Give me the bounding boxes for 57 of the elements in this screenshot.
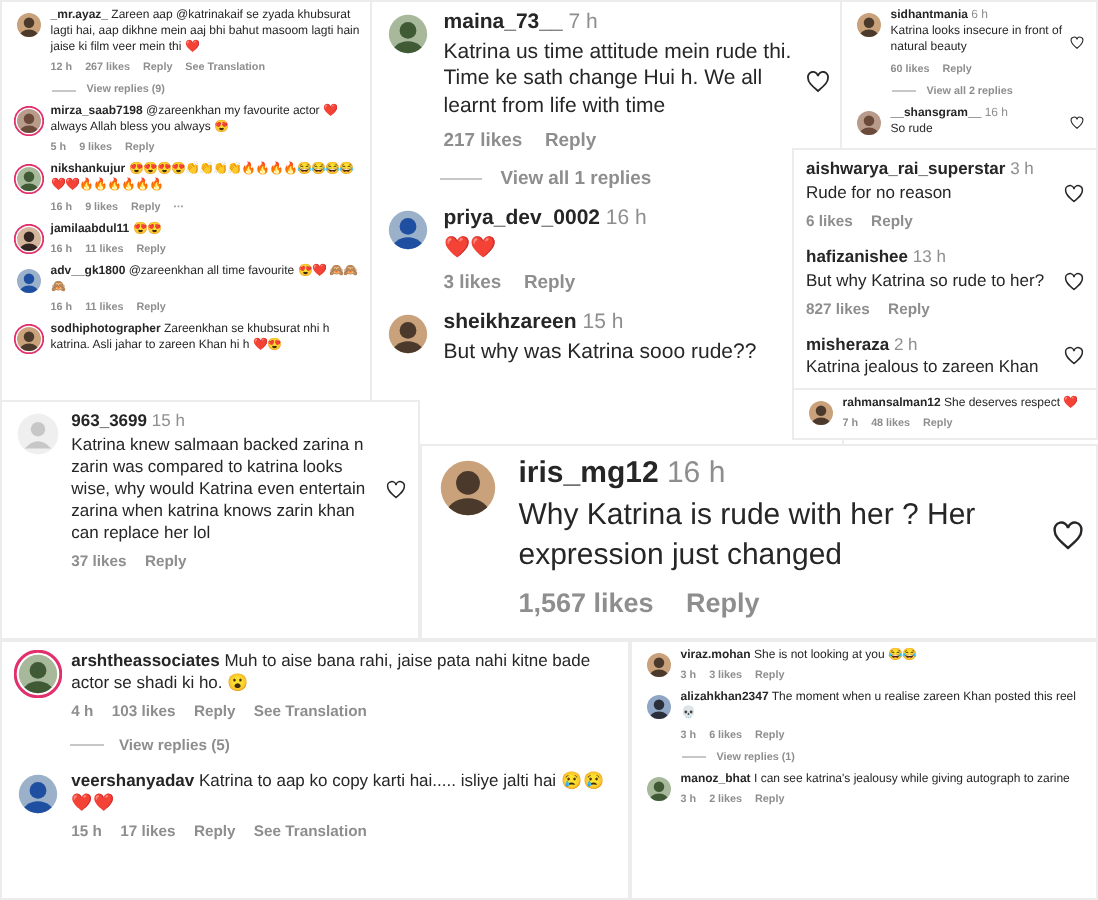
username[interactable]: misheraza — [806, 333, 890, 353]
heart-icon[interactable] — [1064, 345, 1084, 366]
comment-stat: 3 likes — [443, 272, 502, 295]
username[interactable]: sheikhzareen — [443, 310, 577, 335]
comment-text: Katrina jealous to zareen Khan — [806, 356, 1039, 377]
avatar[interactable] — [644, 773, 674, 804]
avatar[interactable] — [14, 324, 44, 355]
comment-text: But why Katrina so rude to her? — [806, 269, 1045, 290]
username[interactable]: maina_73__ — [443, 10, 563, 34]
heart-icon[interactable] — [1064, 183, 1084, 204]
comment-stat: 217 likes — [443, 130, 523, 153]
heart-icon[interactable] — [1064, 271, 1084, 292]
view-replies-link[interactable]: View all 1 replies — [500, 168, 652, 191]
comment-text: But why was Katrina sooo rude?? — [443, 340, 757, 365]
username[interactable]: aishwarya_rai_superstar — [806, 158, 1006, 178]
comment-text: ❤❤ — [443, 236, 496, 261]
heart-icon[interactable] — [806, 69, 830, 94]
comment-text: Why Katrina is rude with her ? Her expression just changed — [518, 498, 976, 571]
comment-time: 3 h — [1010, 158, 1034, 178]
username[interactable]: hafizanishee — [806, 245, 909, 266]
comment-time: 16 h — [666, 456, 726, 490]
avatar[interactable] — [384, 310, 432, 359]
heart-icon[interactable] — [1070, 116, 1084, 131]
comment-time: 15 h — [582, 310, 624, 335]
avatar[interactable] — [14, 266, 44, 297]
comment-text: veershanyadav Katrina to aap ko copy karti hai..... isliye jalti hai 😢😢❤❤ — [71, 769, 607, 814]
comment-stat: 1,567 likes — [518, 587, 654, 618]
avatar[interactable] — [14, 106, 44, 137]
heart-icon[interactable] — [1052, 519, 1084, 552]
comment-time: 16 h — [605, 206, 647, 231]
comment-action[interactable]: Reply — [686, 587, 760, 618]
avatar[interactable] — [14, 769, 62, 818]
avatar[interactable] — [644, 692, 674, 723]
avatar[interactable] — [854, 10, 884, 40]
avatar[interactable] — [14, 650, 62, 698]
comment-text: Rude for no reason — [806, 181, 952, 202]
username[interactable]: iris_mg12 — [518, 456, 659, 490]
heart-icon[interactable] — [1070, 35, 1084, 50]
comment-time: 2 h — [893, 333, 918, 353]
avatar[interactable] — [644, 650, 674, 680]
comment-time: 7 h — [568, 10, 598, 34]
avatar[interactable] — [854, 107, 884, 138]
comment-action[interactable]: Reply — [544, 130, 597, 153]
comment-text: arshtheassociates Muh to aise bana rahi, jaise pata nahi kitne bade actor se shadi ki ho. 😮 — [71, 650, 593, 695]
username[interactable]: 963_3699 — [71, 410, 147, 430]
avatar[interactable] — [14, 223, 44, 254]
avatar[interactable] — [14, 164, 44, 195]
comment-text: Katrina knew salmaan backed zarina n zarin was compared to katrina looks wise, why would Katrina even entertain zarina when katrina knows zarin khan can replace her lol — [71, 433, 366, 543]
avatar[interactable] — [14, 10, 44, 40]
comment-time: 15 h — [151, 410, 185, 430]
comment-time: 13 h — [912, 245, 946, 266]
avatar[interactable] — [384, 206, 432, 255]
avatar[interactable] — [806, 398, 836, 428]
username[interactable]: priya_dev_0002 — [443, 206, 600, 231]
comment-action[interactable]: Reply — [523, 272, 576, 295]
heart-icon[interactable] — [386, 479, 406, 500]
comment-text: Katrina us time attitude mein rude thi. Time ke sath change Hui h. We all learnt from life with time — [443, 39, 792, 118]
